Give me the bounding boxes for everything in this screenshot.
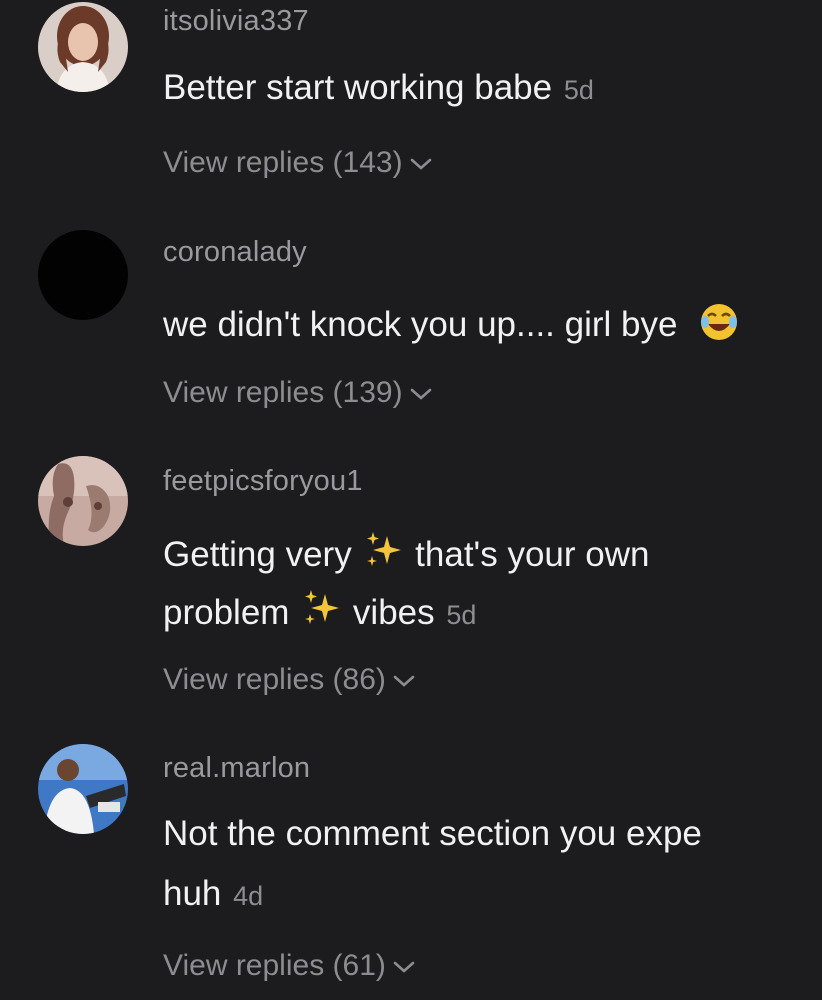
username[interactable]: coronalady: [163, 236, 307, 269]
view-replies-label: View replies (139): [163, 376, 403, 409]
comment-text-line: huh: [163, 874, 222, 913]
username[interactable]: feetpicsforyou1: [163, 465, 363, 498]
username[interactable]: itsolivia337: [163, 5, 309, 38]
chevron-down-icon: [410, 388, 431, 400]
comment-text-line: that's your own: [415, 535, 650, 574]
timestamp: 5d: [446, 600, 477, 630]
timestamp: 4d: [233, 881, 264, 911]
chevron-down-icon: [393, 675, 415, 687]
username[interactable]: real.marlon: [163, 752, 310, 785]
comment-text: huh 4d: [163, 874, 263, 916]
view-replies-label: View replies (86): [163, 663, 386, 696]
comment-text: Not the comment section you expe: [163, 814, 702, 854]
view-replies-label: View replies (61): [163, 949, 386, 982]
laughing-emoji-icon: [701, 304, 738, 340]
view-replies-button[interactable]: View replies (139): [163, 376, 433, 410]
comment-text-line: we didn't knock you up.... girl bye: [163, 305, 678, 344]
comment-text-line: Not the comment section you expe: [163, 814, 702, 853]
timestamp: 5d: [563, 75, 594, 105]
profile-photo-feet-icon: [38, 456, 128, 546]
comment-text-line: vibes: [352, 593, 435, 632]
avatar[interactable]: [38, 456, 128, 546]
profile-photo-man-icon: [38, 744, 128, 834]
chevron-down-icon: [393, 961, 415, 973]
comment-text-line: problem: [163, 593, 290, 632]
chevron-down-icon: [410, 158, 431, 170]
comment-text: problem vibes 5d: [163, 588, 476, 635]
comment-text-line: Getting very: [163, 535, 352, 574]
view-replies-button[interactable]: View replies (143): [163, 146, 433, 180]
view-replies-label: View replies (143): [163, 146, 403, 179]
sparkles-emoji-icon: [305, 590, 340, 624]
view-replies-button[interactable]: View replies (86): [163, 663, 416, 697]
avatar[interactable]: [38, 2, 128, 92]
view-replies-button[interactable]: View replies (61): [163, 949, 416, 983]
avatar[interactable]: [38, 230, 128, 320]
avatar[interactable]: [38, 744, 128, 834]
comment-text: Better start working babe 5d: [163, 68, 594, 110]
profile-photo-black-icon: [38, 230, 128, 320]
comment-text-line: Better start working babe: [163, 68, 553, 107]
comment-text: we didn't knock you up.... girl bye: [163, 302, 739, 345]
comment-text: Getting very that's your own: [163, 530, 649, 575]
profile-photo-woman-icon: [38, 2, 128, 92]
sparkles-emoji-icon: [367, 532, 402, 566]
